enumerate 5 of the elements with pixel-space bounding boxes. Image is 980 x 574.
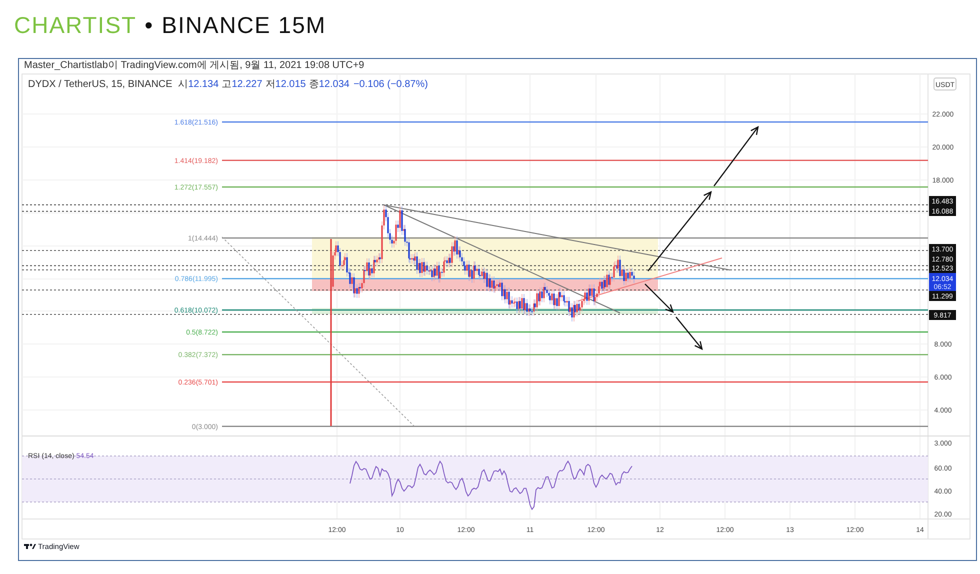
publisher-line: Master_Chartistlab이 TradingView.com에 게시됨, 9월 11, 2021 19:08 UTC+9	[23, 59, 366, 72]
brand-title: CHARTIST	[14, 12, 137, 38]
symbol-legend: DYDX / TetherUS, 15, BINANCE 시12.134 고12.227 저12.015 종12.034 −0.106 (−0.87%)	[28, 79, 428, 90]
title-separator: •	[144, 12, 154, 38]
page-title: BINANCE 15M	[162, 12, 326, 38]
